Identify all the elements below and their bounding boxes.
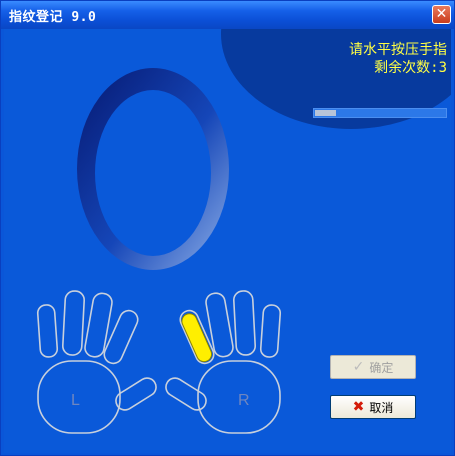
title-bar[interactable]: 指纹登记 9.0 ✕ <box>1 1 454 29</box>
prompt-instruction: 请水平按压手指 <box>349 42 447 58</box>
cancel-button[interactable]: ✖ 取消 <box>330 395 416 419</box>
left-pinky-finger <box>36 304 59 358</box>
left-thumb <box>115 377 157 411</box>
window-title: 指纹登记 9.0 <box>9 10 97 25</box>
cancel-x-icon: ✖ <box>352 399 365 415</box>
right-pinky-finger <box>259 304 282 358</box>
progress-bar <box>313 108 447 118</box>
cancel-button-label: 取消 <box>369 400 394 415</box>
left-index-finger <box>103 309 139 365</box>
ok-button-label: 确定 <box>369 360 394 375</box>
right-hand-label: R <box>238 392 250 409</box>
close-icon: ✕ <box>435 6 448 22</box>
ok-button[interactable]: ✓ 确定 <box>330 355 416 379</box>
fingerprint-sensor-icon <box>77 68 229 270</box>
right-thumb <box>165 377 207 411</box>
right-ring-finger <box>232 290 257 356</box>
client-area: 请水平按压手指 剩余次数:3 L R ✓ 确定 ✖ 取消 <box>4 29 451 453</box>
enroll-window: 指纹登记 9.0 ✕ 请水平按压手指 剩余次数:3 L R ✓ 确定 ✖ 取消 <box>0 0 455 456</box>
prompt-text: 请水平按压手指 剩余次数:3 <box>349 41 447 77</box>
progress-fill <box>315 110 336 116</box>
hands-diagram: L R <box>36 290 282 434</box>
left-ring-finger <box>61 290 86 356</box>
close-button[interactable]: ✕ <box>432 5 451 24</box>
left-hand-label: L <box>71 392 80 409</box>
prompt-remaining: 剩余次数:3 <box>374 60 447 76</box>
left-middle-finger <box>84 292 113 358</box>
check-icon: ✓ <box>352 359 365 375</box>
